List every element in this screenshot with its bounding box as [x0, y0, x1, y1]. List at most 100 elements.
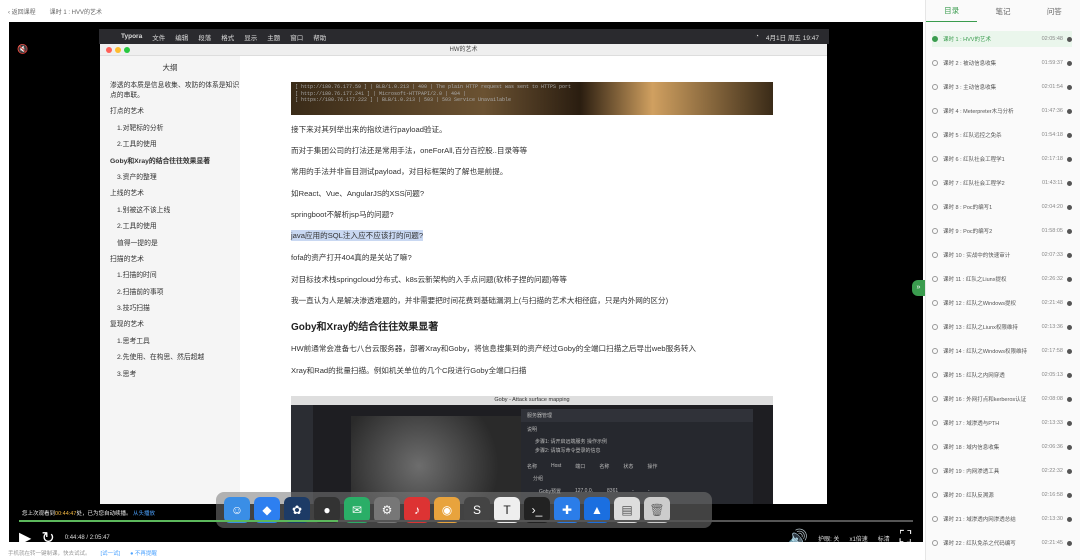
- goby-panel: 服务器管理 说明 步骤1: 请开启远端服务 操作示例 步骤2: 请填写命令登录的…: [521, 409, 753, 504]
- replay-icon[interactable]: ↻: [41, 528, 54, 542]
- lesson-item[interactable]: 课时 20 : 红队反溯源 02:16:58: [932, 487, 1072, 503]
- mac-menubar: Typora 文件 编辑 段落 格式 显示 主题 窗口 帮助 ◔ 4月1日 周五 …: [99, 29, 829, 44]
- mute-icon[interactable]: 🔇: [17, 44, 28, 55]
- menu-view: 显示: [244, 34, 258, 42]
- outline-item[interactable]: 渗透的本质是信息收集、攻防的体系是知识点的串联。: [110, 81, 240, 101]
- resume-mid: 处，已为您自动续播。: [76, 511, 132, 517]
- lesson-title: 课时 18 : 域内信息收集: [943, 445, 1000, 451]
- outline-item[interactable]: 2.扫描前的事项: [110, 288, 240, 298]
- lesson-item[interactable]: 课时 21 : 域渗透内网渗透总结 02:13:30: [932, 511, 1072, 527]
- try-link[interactable]: [试一试]: [101, 549, 121, 557]
- lesson-item[interactable]: 课时 12 : 红队之Windows提权 02:21:48: [932, 295, 1072, 311]
- outline-item[interactable]: 上线的艺术: [110, 189, 240, 199]
- outline-item[interactable]: 1.扫描的时间: [110, 271, 240, 281]
- lesson-title: 课时 1 : HVV的艺术: [49, 9, 103, 16]
- lesson-item[interactable]: 课时 10 : 实战中的快速审计 02:07:33: [932, 247, 1072, 263]
- lesson-duration: 02:13:36: [1041, 324, 1063, 330]
- tab-qa[interactable]: 问答: [1029, 6, 1080, 17]
- lesson-item[interactable]: 课时 14 : 红队之Windows权限维持 02:17:58: [932, 343, 1072, 359]
- outline-item[interactable]: 1.思考工具: [110, 337, 240, 347]
- mac-dock: ☺ ◆ ✿ ● ✉ ⚙ ♪ ◉ S T ›_ ✚ ▲ ▤ 🗑: [216, 492, 712, 528]
- status-circle-icon: [932, 492, 938, 498]
- highlighted-paragraph: java应用的SQL注入应不应该打的问题?: [291, 230, 424, 241]
- lesson-title: 课时 5 : 红队远控之免杀: [943, 133, 1002, 139]
- restart-link[interactable]: 从头播放: [133, 511, 155, 517]
- status-circle-icon: [932, 132, 938, 138]
- outline-item[interactable]: Goby和Xray的结合往往效果显著: [110, 157, 240, 167]
- lesson-item[interactable]: 课时 4 : Meterpreter木马分析 01:47:36: [932, 103, 1072, 119]
- outline-item[interactable]: 2.先使用、在构思、然后超越: [110, 353, 240, 363]
- resume-notice: 您上次观看到00:44:47处，已为您自动续播。 从头播放: [19, 508, 158, 518]
- lesson-item[interactable]: 课时 2 : 被动信息收集 01:59:37: [932, 55, 1072, 71]
- outline-header: 大纲: [162, 63, 178, 72]
- outline-item[interactable]: 打点的艺术: [110, 107, 240, 117]
- outline-item[interactable]: 1.别被这不该上线: [110, 206, 240, 216]
- lesson-item[interactable]: 课时 13 : 红队之Liunx权限维持 02:13:36: [932, 319, 1072, 335]
- goby-section: 说明: [527, 427, 538, 433]
- outline-item[interactable]: 值得一提的是: [110, 239, 240, 249]
- outline-item[interactable]: 2.工具的使用: [110, 140, 240, 150]
- lesson-item[interactable]: 课时 3 : 主动信息收集 02:01:54: [932, 79, 1072, 95]
- outline-item[interactable]: 扫描的艺术: [110, 255, 240, 265]
- eye-protect-toggle[interactable]: 护眼: 关: [818, 534, 839, 543]
- play-dot-icon: [1067, 204, 1072, 210]
- play-dot-icon: [1067, 252, 1072, 258]
- zoom-dot-icon: [124, 47, 130, 53]
- outline-item[interactable]: 3.思考: [110, 370, 240, 380]
- outline-item[interactable]: 2.工具的使用: [110, 222, 240, 232]
- toggle-panel-button[interactable]: »: [912, 280, 925, 296]
- lesson-item[interactable]: 课时 15 : 红队之内网穿透 02:05:13: [932, 367, 1072, 383]
- paragraph: 我一直认为人是解决渗透难题的，并非需要把时间花费到基础漏洞上(与扫描的艺术大相径…: [291, 296, 669, 305]
- play-icon[interactable]: ▶: [19, 528, 31, 542]
- video-player[interactable]: 🔇 Typora 文件 编辑 段落 格式 显示 主题 窗口 帮助 ◔ 4月1日 周…: [9, 22, 923, 542]
- lesson-title: 课时 11 : 红队之Liunx提权: [943, 277, 1007, 283]
- play-dot-icon: [1067, 468, 1072, 474]
- time-display: 0:44:48 / 2:05:47: [64, 535, 110, 541]
- volume-icon[interactable]: 🔊: [788, 528, 808, 542]
- lesson-item[interactable]: 课时 8 : Poc的编写1 02:04:20: [932, 199, 1072, 215]
- fullscreen-icon[interactable]: ⛶: [900, 529, 911, 542]
- lesson-duration: 02:26:32: [1041, 276, 1063, 282]
- status-circle-icon: [932, 324, 938, 330]
- status-circle-icon: [932, 180, 938, 186]
- window-title: HW的艺术: [449, 47, 478, 53]
- lesson-item[interactable]: 课时 9 : Poc的编写2 01:58:05: [932, 223, 1072, 239]
- status-circle-icon: [932, 372, 938, 378]
- dismiss-link[interactable]: ● 不再提醒: [130, 549, 157, 557]
- outline-item[interactable]: 复现的艺术: [110, 320, 240, 330]
- tab-catalog[interactable]: 目录: [926, 1, 978, 22]
- progress-bar[interactable]: [19, 520, 913, 522]
- goby-col: 状态: [623, 464, 634, 470]
- quality-button[interactable]: 标清: [878, 534, 890, 543]
- outline-item[interactable]: 1.对靶标的分析: [110, 124, 240, 134]
- goby-col: 端口: [575, 464, 586, 470]
- lesson-item[interactable]: 课时 16 : 外网打点和kerberos认证 02:08:08: [932, 391, 1072, 407]
- outline-item[interactable]: 3.技巧扫描: [110, 304, 240, 314]
- outline-item[interactable]: 3.资产的整理: [110, 173, 240, 183]
- lesson-title: 课时 3 : 主动信息收集: [943, 85, 997, 91]
- lesson-item[interactable]: 课时 11 : 红队之Liunx提权 02:26:32: [932, 271, 1072, 287]
- goby-step2: 步骤2: 请填写命令登录的信息: [535, 448, 601, 454]
- tab-notes[interactable]: 笔记: [977, 6, 1028, 17]
- lesson-item[interactable]: 课时 6 : 红队社会工程学1 02:17:18: [932, 151, 1072, 167]
- lesson-item[interactable]: 课时 17 : 域渗透与PTH 02:13:33: [932, 415, 1072, 431]
- lesson-title: 课时 16 : 外网打点和kerberos认证: [943, 397, 1027, 403]
- lesson-duration: 02:17:58: [1041, 348, 1063, 354]
- back-link[interactable]: ‹ 返回课程: [8, 7, 36, 16]
- lesson-item[interactable]: 课时 7 : 红队社会工程学2 01:43:11: [932, 175, 1072, 191]
- lesson-title: 课时 20 : 红队反溯源: [943, 493, 994, 499]
- play-dot-icon: [1067, 60, 1072, 66]
- lesson-item[interactable]: 课时 5 : 红队远控之免杀 01:54:18: [932, 127, 1072, 143]
- minimize-dot-icon: [115, 47, 121, 53]
- lesson-item[interactable]: 课时 19 : 内网渗透工具 02:22:32: [932, 463, 1072, 479]
- lesson-item[interactable]: 课时 1 : HVV的艺术 02:05:48: [932, 31, 1072, 47]
- controls-left: ▶ ↻ 0:44:48 / 2:05:47: [19, 528, 110, 542]
- lesson-item[interactable]: 课时 18 : 域内信息收集 02:06:36: [932, 439, 1072, 455]
- speed-button[interactable]: x1倍速: [849, 534, 867, 543]
- play-dot-icon: [1067, 444, 1072, 450]
- lesson-item[interactable]: 课时 22 : 红队免杀之代码编写 02:21:45: [932, 535, 1072, 551]
- status-circle-icon: [932, 300, 938, 306]
- play-dot-icon: [1067, 108, 1072, 114]
- status-circle-icon: [932, 60, 938, 66]
- goby-col: Host: [551, 463, 562, 469]
